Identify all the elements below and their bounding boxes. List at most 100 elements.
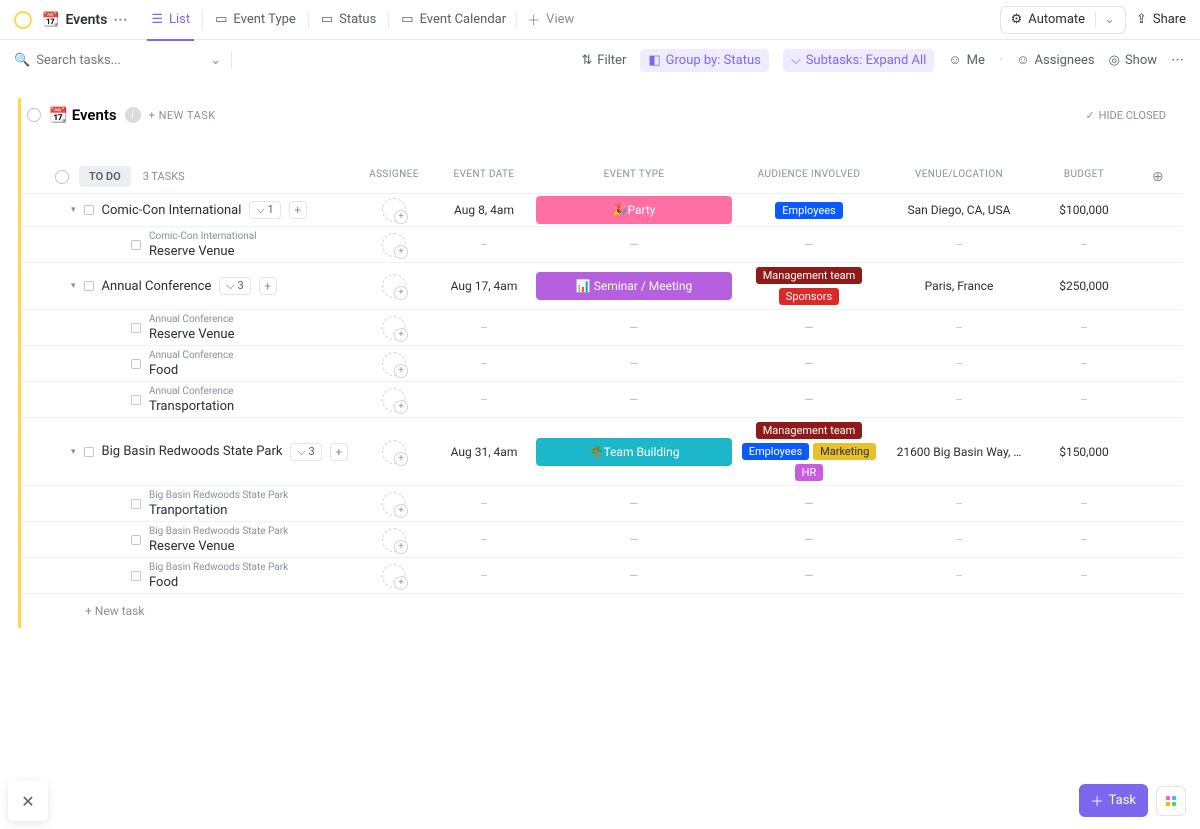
audience-tag[interactable]: Employees bbox=[742, 443, 809, 460]
assign-avatar-icon[interactable] bbox=[382, 316, 406, 340]
budget-cell[interactable]: – bbox=[1034, 382, 1134, 417]
subtask-count-badge[interactable]: ⌵ 3 bbox=[290, 443, 321, 461]
subtask-row[interactable]: Annual ConferenceReserve Venue––––– bbox=[21, 309, 1182, 345]
hide-closed-button[interactable]: ✓ HIDE CLOSED bbox=[1085, 109, 1166, 122]
task-row[interactable]: ▾Comic-Con International⌵ 1+Aug 8, 4am🎉P… bbox=[21, 193, 1182, 226]
assign-avatar-icon[interactable] bbox=[382, 352, 406, 376]
budget-cell[interactable]: $100,000 bbox=[1034, 194, 1134, 226]
audience-cell[interactable]: – bbox=[734, 558, 884, 593]
audience-cell[interactable]: Management teamEmployeesMarketingHR bbox=[734, 418, 884, 485]
subtask-count-badge[interactable]: ⌵ 1 bbox=[249, 201, 280, 219]
budget-cell[interactable]: – bbox=[1034, 310, 1134, 345]
audience-tag[interactable]: Management team bbox=[756, 422, 863, 439]
caret-down-icon[interactable]: ▾ bbox=[71, 205, 76, 215]
status-square-icon[interactable] bbox=[131, 395, 141, 405]
venue-cell[interactable]: – bbox=[884, 346, 1034, 381]
venue-cell[interactable]: – bbox=[884, 558, 1034, 593]
close-panel-button[interactable]: ✕ bbox=[8, 781, 48, 821]
type-cell[interactable]: – bbox=[534, 486, 734, 521]
audience-cell[interactable]: – bbox=[734, 310, 884, 345]
date-cell[interactable]: – bbox=[434, 310, 534, 345]
tab-list[interactable]: ☰List bbox=[141, 0, 200, 40]
venue-cell[interactable]: – bbox=[884, 310, 1034, 345]
audience-cell[interactable]: – bbox=[734, 382, 884, 417]
status-square-icon[interactable] bbox=[131, 240, 141, 250]
col-assignee[interactable]: ASSIGNEE bbox=[354, 169, 434, 185]
subtask-name[interactable]: Tranportation bbox=[149, 503, 288, 518]
budget-cell[interactable]: $250,000 bbox=[1034, 263, 1134, 309]
date-cell[interactable]: – bbox=[434, 382, 534, 417]
search-input-wrap[interactable]: 🔍 ⌄ bbox=[14, 53, 221, 68]
budget-cell[interactable]: – bbox=[1034, 486, 1134, 521]
col-event-date[interactable]: EVENT DATE bbox=[434, 169, 534, 185]
assign-avatar-icon[interactable] bbox=[382, 564, 406, 588]
status-circle-icon[interactable] bbox=[27, 108, 41, 122]
assign-avatar-icon[interactable] bbox=[382, 388, 406, 412]
assignees-filter-button[interactable]: ☺Assignees bbox=[1016, 52, 1094, 68]
audience-cell[interactable]: – bbox=[734, 346, 884, 381]
col-budget[interactable]: BUDGET bbox=[1034, 169, 1134, 185]
audience-cell[interactable]: Management teamSponsors bbox=[734, 263, 884, 309]
assign-avatar-icon[interactable] bbox=[382, 528, 406, 552]
caret-down-icon[interactable]: ▾ bbox=[71, 447, 76, 457]
date-cell[interactable]: – bbox=[434, 346, 534, 381]
info-icon[interactable]: i bbox=[125, 107, 141, 123]
status-square-icon[interactable] bbox=[131, 359, 141, 369]
tab-event-type[interactable]: ▭Event Type bbox=[205, 0, 306, 40]
status-circle-icon[interactable] bbox=[55, 170, 69, 184]
subtask-row[interactable]: Big Basin Redwoods State ParkTranportati… bbox=[21, 485, 1182, 521]
audience-cell[interactable]: – bbox=[734, 227, 884, 262]
task-row[interactable]: ▾Annual Conference⌵ 3+Aug 17, 4am📊 Semin… bbox=[21, 262, 1182, 309]
assign-avatar-icon[interactable] bbox=[382, 233, 406, 257]
tab-event-calendar[interactable]: ▭Event Calendar bbox=[391, 0, 516, 40]
budget-cell[interactable]: – bbox=[1034, 522, 1134, 557]
assign-avatar-icon[interactable] bbox=[382, 440, 406, 464]
date-cell[interactable]: – bbox=[434, 558, 534, 593]
venue-cell[interactable]: – bbox=[884, 227, 1034, 262]
col-venue[interactable]: VENUE/LOCATION bbox=[884, 169, 1034, 185]
add-subtask-button[interactable]: + bbox=[330, 443, 348, 461]
event-type-pill[interactable]: 🌴Team Building bbox=[536, 438, 732, 466]
subtask-count-badge[interactable]: ⌵ 3 bbox=[219, 277, 250, 295]
subtask-row[interactable]: Annual ConferenceTransportation––––– bbox=[21, 381, 1182, 417]
subtask-row[interactable]: Comic-Con InternationalReserve Venue––––… bbox=[21, 226, 1182, 262]
status-pill[interactable]: TO DO bbox=[79, 166, 131, 187]
add-view-button[interactable]: ＋ View bbox=[517, 10, 584, 29]
col-event-type[interactable]: EVENT TYPE bbox=[534, 169, 734, 185]
type-cell[interactable]: – bbox=[534, 310, 734, 345]
subtask-row[interactable]: Big Basin Redwoods State ParkFood––––– bbox=[21, 557, 1182, 593]
venue-cell[interactable]: – bbox=[884, 382, 1034, 417]
budget-cell[interactable]: – bbox=[1034, 558, 1134, 593]
venue-cell[interactable]: – bbox=[884, 486, 1034, 521]
type-cell[interactable]: – bbox=[534, 227, 734, 262]
audience-tag[interactable]: Employees bbox=[775, 202, 842, 219]
budget-cell[interactable]: – bbox=[1034, 227, 1134, 262]
audience-tag[interactable]: Marketing bbox=[813, 443, 876, 460]
apps-button[interactable] bbox=[1156, 786, 1186, 816]
assign-avatar-icon[interactable] bbox=[382, 198, 406, 222]
subtask-name[interactable]: Reserve Venue bbox=[149, 327, 235, 342]
venue-cell[interactable]: San Diego, CA, USA bbox=[884, 194, 1034, 226]
filter-button[interactable]: ⇅Filter bbox=[581, 53, 626, 68]
type-cell[interactable]: – bbox=[534, 382, 734, 417]
type-cell[interactable]: – bbox=[534, 522, 734, 557]
task-name[interactable]: Big Basin Redwoods State Park bbox=[102, 444, 283, 459]
status-square-icon[interactable] bbox=[131, 535, 141, 545]
subtasks-button[interactable]: ⌵Subtasks: Expand All bbox=[783, 49, 935, 72]
date-cell[interactable]: – bbox=[434, 522, 534, 557]
subtask-name[interactable]: Food bbox=[149, 363, 234, 378]
venue-cell[interactable]: 21600 Big Basin Way, … bbox=[884, 418, 1034, 485]
event-type-pill[interactable]: 🎉Party bbox=[536, 196, 732, 224]
status-square-icon[interactable] bbox=[84, 447, 94, 457]
subtask-row[interactable]: Annual ConferenceFood––––– bbox=[21, 345, 1182, 381]
add-column-icon[interactable]: ⊕ bbox=[1152, 169, 1182, 185]
date-cell[interactable]: Aug 8, 4am bbox=[434, 194, 534, 226]
date-cell[interactable]: – bbox=[434, 486, 534, 521]
budget-cell[interactable]: $150,000 bbox=[1034, 418, 1134, 485]
add-subtask-button[interactable]: + bbox=[289, 201, 307, 219]
date-cell[interactable]: Aug 17, 4am bbox=[434, 263, 534, 309]
status-square-icon[interactable] bbox=[131, 323, 141, 333]
caret-down-icon[interactable]: ▾ bbox=[71, 281, 76, 291]
col-audience[interactable]: AUDIENCE INVOLVED bbox=[734, 169, 884, 185]
subtask-name[interactable]: Reserve Venue bbox=[149, 539, 288, 554]
